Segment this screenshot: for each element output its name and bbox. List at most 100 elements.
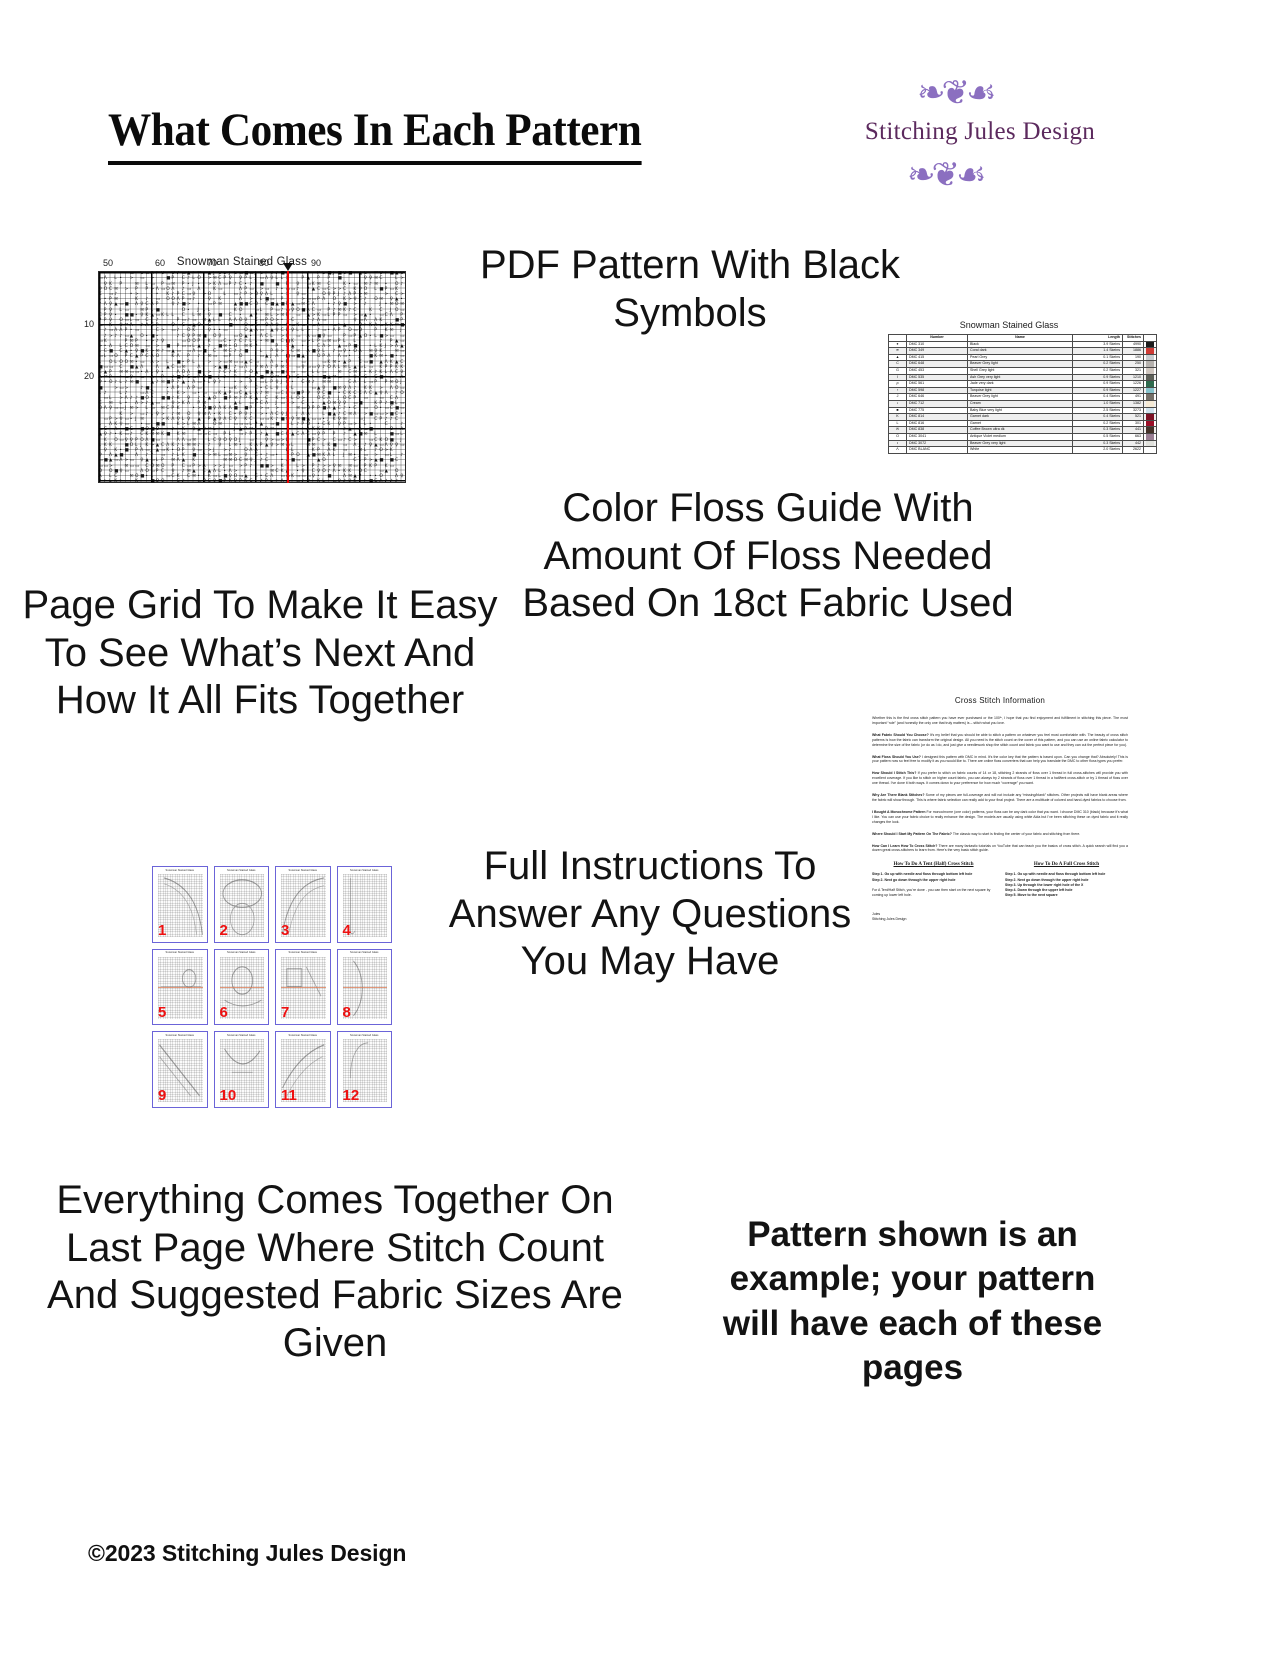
- floss-stitches: 1210: [1122, 373, 1144, 382]
- instructions-title: Cross Stitch Information: [954, 696, 1046, 705]
- half-stitch-heading: How To Do A Tent (Half) Cross Stitch: [893, 862, 974, 868]
- floss-number: DMC 648: [906, 360, 968, 368]
- floss-symbol: O: [888, 432, 907, 441]
- instructions-page-image: Cross Stitch Information Whether this is…: [866, 688, 1134, 1108]
- chart-center-marker: [98, 263, 406, 483]
- floss-number: DMC 775: [906, 406, 968, 415]
- floss-number: DMC 535: [906, 373, 968, 382]
- floss-number: DMC 816: [906, 419, 968, 428]
- callout-page-grid: Page Grid To Make It Easy To See What’s …: [22, 583, 498, 723]
- chart-preview-image: Snowman Stained Glass 50 60 70 80 90 10 20 ▭ C…: [72, 256, 412, 502]
- floss-symbol: ≋: [888, 347, 907, 355]
- thumbnail-title: Snowman Stained Glass: [227, 868, 256, 872]
- floss-number: DMC 712: [906, 399, 968, 408]
- thumbnail-title: Snowman Stained Glass: [288, 1033, 317, 1037]
- page-grid-thumbnail[interactable]: Snowman Stained Glass 1: [152, 866, 208, 943]
- floss-symbol: ■: [888, 406, 907, 415]
- signature-brand: Stitching Jules Design: [872, 917, 907, 922]
- floss-table-row: J DMC 646 Beaver Grey light 0.4 Skeins 491: [888, 393, 1157, 401]
- thumbnail-title: Snowman Stained Glass: [227, 951, 256, 955]
- stitch-step: Step 2. Next go down through the upper r…: [872, 877, 956, 882]
- floss-stitches: 663: [1122, 432, 1144, 441]
- floss-number: DMC 310: [906, 340, 968, 349]
- floss-table-row: • DMC 3072 Beaver Grey very light 0.3 Skein…: [888, 439, 1157, 448]
- page-grid-thumbnail[interactable]: Snowman Stained Glass 9: [152, 1031, 208, 1108]
- instructions-section-heading: What Floss Should You Use?: [872, 754, 921, 759]
- full-stitch-steps: Step 1. Go up with needle and floss thro…: [1005, 872, 1128, 898]
- floss-name: Antique Violet medium: [967, 432, 1073, 441]
- floss-table-row: L DMC 816 Garnet 0.2 Skeins 301: [888, 419, 1157, 428]
- page-grid-thumbnail[interactable]: Snowman Stained Glass 11: [275, 1031, 331, 1108]
- floss-length: 0.9 Skeins: [1072, 373, 1123, 382]
- chart-col-label: 60: [154, 258, 166, 268]
- full-stitch-heading: How To Do A Full Cross Stitch: [1033, 862, 1100, 868]
- floss-number: DMC 814: [906, 413, 968, 421]
- floss-column-header: Number: [906, 334, 968, 342]
- callout-pdf-pattern: PDF Pattern With Black Symbols: [479, 243, 901, 335]
- page-grid-thumbnail[interactable]: Snowman Stained Glass 6: [213, 948, 269, 1026]
- floss-stitches: 4990: [1122, 340, 1144, 349]
- floss-swatch: [1143, 413, 1157, 421]
- floss-name: Cream: [967, 399, 1073, 408]
- floss-color-swatch: [1146, 401, 1154, 407]
- floss-column-header: Stitches: [1122, 334, 1144, 342]
- floss-table-row: C DMC 648 Beaver Grey light 0.2 Skeins 250: [888, 360, 1157, 368]
- floss-symbol: ♪: [888, 399, 907, 408]
- page-grid-thumbnail[interactable]: Snowman Stained Glass 10: [213, 1031, 269, 1108]
- thumbnail-number: 6: [219, 1004, 228, 1022]
- page-grid-thumbnail[interactable]: Snowman Stained Glass 8: [336, 948, 392, 1026]
- instructions-section-heading: I Bought A Monochrome Pattern: [872, 809, 926, 814]
- floss-length: 2.5 Skeins: [1072, 406, 1123, 415]
- floss-swatch: [1143, 419, 1157, 428]
- instructions-section-heading: Why Are There Blank Stitches?: [872, 793, 925, 798]
- page-grid-thumbnail[interactable]: Snowman Stained Glass 5: [152, 948, 208, 1026]
- chart-row-label: 10: [83, 319, 94, 329]
- floss-symbol: ✉: [888, 426, 907, 434]
- instructions-section-heading: How Should I Stitch This?: [872, 771, 917, 776]
- floss-length: 0.4 Skeins: [1072, 413, 1123, 421]
- floss-stitches: 441: [1122, 426, 1144, 434]
- floss-symbol: ♀: [888, 386, 907, 395]
- floss-name: Beaver Grey very light: [967, 439, 1073, 448]
- floss-number: DMC 415: [906, 353, 968, 362]
- floss-name: Jade very dark: [967, 380, 1073, 388]
- floss-table-body: ● DMC 310 Black 3.9 Skeins 4990 ≋ DMC 349 Coral…: [888, 340, 1157, 454]
- floss-name: Turqoise light: [967, 386, 1073, 395]
- page-grid-thumbnail[interactable]: Snowman Stained Glass 3: [275, 866, 331, 943]
- instructions-section: Where Should I Start My Pattern On The F…: [872, 831, 1081, 836]
- thumbnail-number: 12: [342, 1086, 360, 1104]
- page-grid-thumbnail[interactable]: Snowman Stained Glass 2: [213, 866, 269, 943]
- instructions-section: What Fabric Should You Choose? It’s my b…: [872, 732, 1128, 747]
- floss-stitches: 521: [1122, 413, 1144, 421]
- floss-symbol: L: [888, 419, 907, 428]
- floss-table-row: ≋ DMC 349 Coral dark 1.4 Skeins 1886: [888, 347, 1157, 355]
- pattern-info-page: What Comes In Each Pattern ❧❦☙ Stitching…: [0, 0, 1280, 1657]
- thumbnail-number: 5: [158, 1004, 167, 1022]
- floss-length: 0.5 Skeins: [1072, 432, 1123, 441]
- full-cross-stitch-guide: How To Do A Full Cross Stitch Step 1. Go…: [1005, 862, 1128, 898]
- chart-col-label: 80: [258, 258, 270, 268]
- floss-swatch: [1143, 366, 1157, 375]
- floss-table-title: Snowman Stained Glass: [959, 320, 1059, 330]
- page-grid-thumbnail[interactable]: Snowman Stained Glass 12: [336, 1031, 392, 1108]
- floss-length: 0.1 Skeins: [1072, 353, 1123, 362]
- floss-symbol: ●: [888, 340, 907, 349]
- floss-number: DMC 453: [906, 366, 968, 375]
- floss-color-swatch: [1146, 388, 1154, 393]
- page-grid-thumbnail[interactable]: Snowman Stained Glass 7: [275, 948, 331, 1026]
- floss-number: DMC 3041: [906, 432, 968, 441]
- thumbnail-title: Snowman Stained Glass: [350, 1033, 379, 1037]
- floss-symbol: ρ: [888, 380, 907, 388]
- chart-column-ruler: 50 60 70 80 90: [98, 258, 406, 270]
- floss-name: Black: [967, 340, 1073, 349]
- floss-stitches: 301: [1122, 419, 1144, 428]
- floss-length: 2.0 Skeins: [1072, 446, 1123, 454]
- floss-name: Pearl Grey: [967, 353, 1073, 362]
- thumbnail-title: Snowman Stained Glass: [227, 1033, 256, 1037]
- page-grid-thumbnail[interactable]: Snowman Stained Glass 4: [336, 866, 392, 943]
- floss-table-row: O DMC 3041 Antique Violet medium 0.5 Skeins…: [888, 432, 1157, 441]
- floss-stitches: 2622: [1122, 446, 1144, 454]
- thumbnail-number: 8: [342, 1004, 351, 1022]
- floss-length: 0.3 Skeins: [1072, 439, 1123, 448]
- stitch-step: Step 5. Move to the next square: [1005, 893, 1058, 898]
